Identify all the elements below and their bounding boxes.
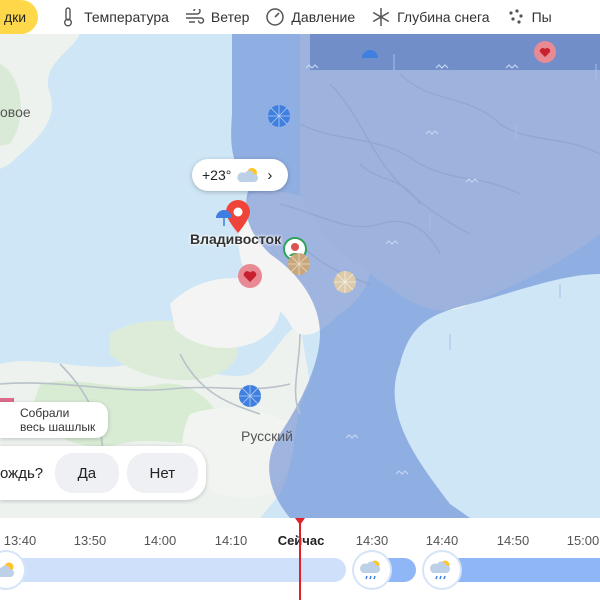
- rain-cloud-icon: [424, 552, 460, 588]
- now-indicator-handle[interactable]: [295, 518, 305, 525]
- tab-temperature[interactable]: Температура: [52, 0, 179, 34]
- timeline-time[interactable]: 15:00: [567, 533, 600, 548]
- heart-marker-icon[interactable]: [533, 40, 557, 64]
- forecast-timeline[interactable]: 13:40 13:50 14:00 14:10 Сейчас 14:30 14:…: [0, 518, 600, 600]
- comment-line: весь шашлык: [20, 420, 96, 434]
- timeline-time[interactable]: 14:40: [426, 533, 459, 548]
- thermometer-icon: [58, 7, 78, 27]
- current-temperature: +23°: [202, 167, 232, 183]
- current-weather-pill[interactable]: +23° ›: [192, 159, 288, 191]
- timeline-now-label[interactable]: Сейчас: [278, 533, 325, 548]
- rain-cloud-icon: [354, 552, 390, 588]
- partly-cloudy-icon: [235, 166, 261, 184]
- layer-tabs: дки Температура Ветер Давление Глубина с…: [0, 0, 600, 34]
- umbrella-marker-icon[interactable]: [267, 104, 291, 128]
- tab-label: Пы: [531, 9, 552, 25]
- tab-pressure[interactable]: Давление: [259, 0, 365, 34]
- tab-wind[interactable]: Ветер: [179, 0, 260, 34]
- dust-icon: [506, 7, 526, 27]
- umbrella-marker-icon[interactable]: [238, 384, 262, 408]
- timeline-time[interactable]: 14:50: [497, 533, 530, 548]
- timeline-track-past[interactable]: [0, 558, 346, 582]
- chevron-right-icon: ›: [267, 166, 273, 184]
- now-indicator-line[interactable]: [299, 518, 301, 600]
- tab-label: Температура: [84, 9, 169, 25]
- tab-snow-depth[interactable]: Глубина снега: [365, 0, 499, 34]
- pressure-gauge-icon: [265, 7, 285, 27]
- timeline-time[interactable]: 13:40: [4, 533, 37, 548]
- umbrella-marker-icon[interactable]: [216, 210, 232, 228]
- timeline-time[interactable]: 13:50: [74, 533, 107, 548]
- poll-question: ождь?: [0, 464, 44, 482]
- island-label: Русский: [241, 428, 293, 444]
- snowflake-icon: [371, 7, 391, 27]
- tab-precipitation[interactable]: дки: [0, 0, 39, 34]
- user-comment[interactable]: Собрали весь шашлык: [0, 402, 108, 438]
- tab-label: Глубина снега: [397, 9, 490, 25]
- wind-icon: [185, 7, 205, 27]
- no-button[interactable]: Нет: [126, 453, 198, 493]
- tab-label: Давление: [291, 9, 356, 25]
- place-label: овое: [0, 104, 31, 120]
- weather-map[interactable]: овое Владивосток Русский +23° › Собрали …: [0, 34, 600, 600]
- timeline-time[interactable]: 14:30: [356, 533, 389, 548]
- umbrella-marker-icon[interactable]: [362, 50, 378, 68]
- tab-dust[interactable]: Пы: [500, 0, 562, 34]
- heart-marker-icon[interactable]: [237, 263, 263, 289]
- timeline-time[interactable]: 14:00: [144, 533, 177, 548]
- map-canvas: [0, 34, 600, 600]
- umbrella-marker-icon[interactable]: [287, 252, 311, 276]
- umbrella-marker-icon[interactable]: [333, 270, 357, 294]
- rain-poll: ождь? Да Нет: [0, 446, 206, 500]
- tab-label: Ветер: [210, 9, 250, 25]
- comment-line: Собрали: [20, 406, 70, 420]
- tab-label: дки: [4, 9, 27, 25]
- timeline-time[interactable]: 14:10: [215, 533, 248, 548]
- yes-button[interactable]: Да: [55, 453, 119, 493]
